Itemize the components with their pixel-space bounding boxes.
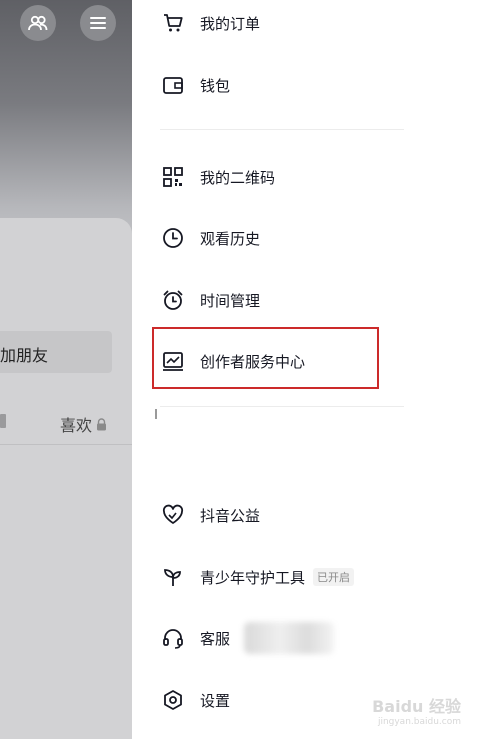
- watermark: Baidu 经验 jingyan.baidu.com: [372, 693, 461, 727]
- tab-likes-label: 喜欢: [60, 416, 93, 435]
- friends-button[interactable]: [20, 5, 56, 41]
- highlight-box: [152, 327, 379, 389]
- menu-item-history[interactable]: 观看历史: [162, 223, 260, 253]
- menu-item-label: 客服: [200, 629, 231, 648]
- watermark-subtext: jingyan.baidu.com: [377, 717, 461, 727]
- menu-item-label: 我的二维码: [200, 168, 276, 187]
- alarm-clock-icon: [162, 289, 184, 311]
- cart-icon: [162, 12, 184, 34]
- qrcode-icon: [162, 166, 184, 188]
- menu-item-label: 时间管理: [200, 291, 261, 310]
- menu-item-label: 观看历史: [200, 229, 261, 248]
- menu-item-settings[interactable]: 设置: [162, 685, 230, 715]
- menu-item-label: 青少年守护工具: [200, 568, 306, 587]
- menu-item-qrcode[interactable]: 我的二维码: [162, 162, 275, 192]
- friends-icon: [28, 15, 48, 31]
- lock-icon: [97, 417, 107, 430]
- lock-icon: [0, 414, 6, 428]
- add-friend-label: 加朋友: [0, 346, 49, 365]
- divider: [160, 406, 404, 407]
- menu-item-label: 设置: [200, 691, 231, 710]
- menu-item-customer-service[interactable]: 客服: [162, 623, 230, 653]
- sprout-icon: [162, 566, 184, 588]
- wallet-icon: [162, 74, 184, 96]
- profile-card: [0, 218, 132, 739]
- tab-likes[interactable]: 喜欢: [60, 412, 107, 436]
- clock-icon: [162, 227, 184, 249]
- menu-item-label: 我的订单: [200, 14, 261, 33]
- menu-item-label: 抖音公益: [200, 506, 261, 525]
- headset-icon: [162, 627, 184, 649]
- add-friend-button[interactable]: 加朋友: [0, 331, 112, 373]
- blurred-content: [244, 622, 334, 654]
- profile-panel-background: 加朋友 喜欢: [0, 0, 132, 739]
- menu-item-orders[interactable]: 我的订单: [162, 8, 260, 38]
- menu-button[interactable]: [80, 5, 116, 41]
- divider: [160, 129, 404, 130]
- menu-item-charity[interactable]: 抖音公益: [162, 500, 260, 530]
- menu-item-label: 钱包: [200, 76, 231, 95]
- watermark-text: Baidu 经验: [372, 697, 461, 716]
- menu-item-teen-tool[interactable]: 青少年守护工具 已开启: [162, 562, 355, 592]
- divider: [0, 444, 132, 445]
- settings-icon: [162, 689, 184, 711]
- hamburger-icon: [90, 17, 106, 29]
- heart-hands-icon: [162, 504, 184, 526]
- status-badge: 已开启: [313, 568, 355, 586]
- menu-item-wallet[interactable]: 钱包: [162, 70, 230, 100]
- scroll-indicator: [155, 409, 157, 419]
- menu-item-time-management[interactable]: 时间管理: [162, 285, 260, 315]
